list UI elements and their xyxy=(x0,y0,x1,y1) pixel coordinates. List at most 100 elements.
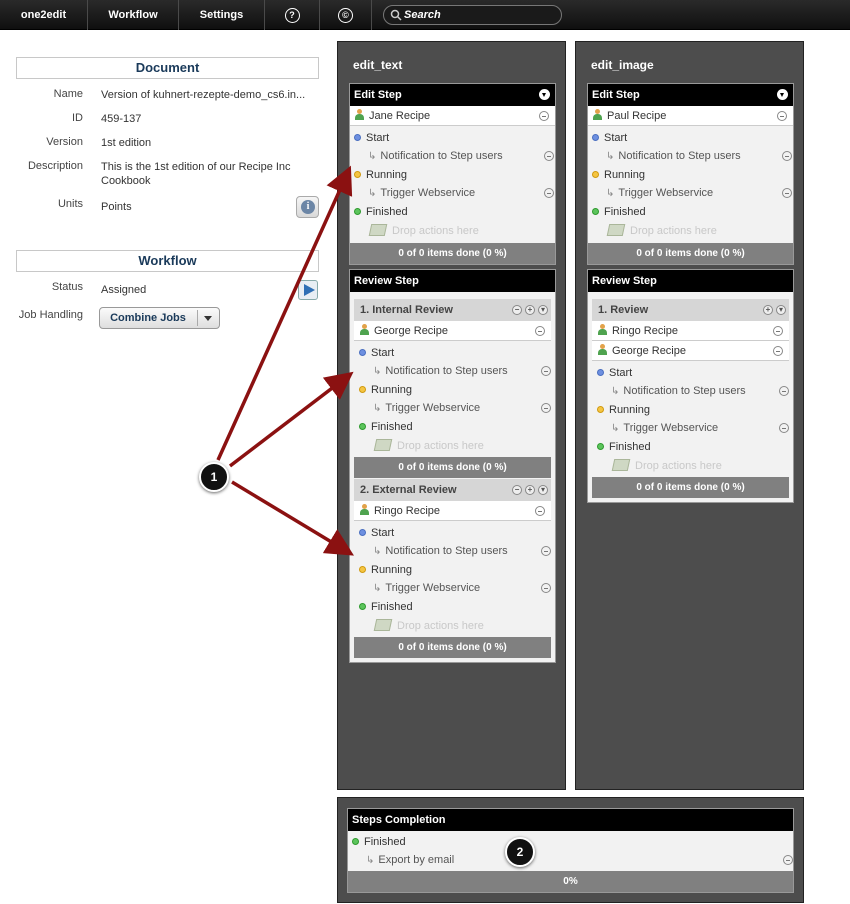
action-webservice: ↳ Trigger Webservice xyxy=(606,184,792,202)
remove-icon[interactable] xyxy=(773,326,783,336)
version-value: 1st edition xyxy=(101,137,152,149)
id-label: ID xyxy=(72,112,83,124)
action-label: Trigger Webservice xyxy=(380,187,476,199)
state-label: Finished xyxy=(371,421,413,433)
action-export: ↳ Export by email xyxy=(366,851,793,869)
sub-arrow-icon: ↳ xyxy=(368,188,377,199)
chevron-down-icon[interactable] xyxy=(539,89,550,100)
user-icon xyxy=(593,109,602,120)
drop-zone[interactable]: Drop actions here xyxy=(373,437,551,455)
drop-zone[interactable]: Drop actions here xyxy=(373,617,551,635)
progress-bar: 0 of 0 items done (0 %) xyxy=(592,477,789,498)
user-icon xyxy=(598,344,607,355)
state-start: Start xyxy=(359,344,551,362)
job-handling-selected: Combine Jobs xyxy=(110,312,186,324)
user-icon xyxy=(360,504,369,515)
select-divider xyxy=(197,310,198,326)
menu-workflow[interactable]: Workflow xyxy=(88,0,179,30)
minus-icon[interactable]: − xyxy=(512,485,522,495)
plus-icon[interactable]: + xyxy=(525,485,535,495)
action-notification: ↳ Notification to Step users xyxy=(373,362,551,380)
start-dot-icon xyxy=(359,529,366,536)
action-label: Notification to Step users xyxy=(618,150,741,162)
action-label: Trigger Webservice xyxy=(385,402,481,414)
action-label: Trigger Webservice xyxy=(623,422,719,434)
arrow-to-internal-review xyxy=(228,371,354,468)
status-label: Status xyxy=(51,281,83,293)
help-button[interactable]: ? xyxy=(265,0,320,30)
plus-icon[interactable]: + xyxy=(763,305,773,315)
state-running: Running xyxy=(597,401,789,419)
name-label: Name xyxy=(53,88,83,100)
minus-icon[interactable]: − xyxy=(512,305,522,315)
start-dot-icon xyxy=(359,349,366,356)
remove-icon[interactable] xyxy=(779,386,789,396)
menu-settings[interactable]: Settings xyxy=(179,0,265,30)
edit-image-title: edit_image xyxy=(591,58,654,72)
finished-dot-icon xyxy=(354,208,361,215)
workflow-section-header: Workflow xyxy=(16,250,319,272)
remove-icon[interactable] xyxy=(779,423,789,433)
state-label: Finished xyxy=(371,601,413,613)
drop-actions-icon xyxy=(368,224,388,236)
search-input[interactable] xyxy=(404,7,554,23)
chevron-down-icon[interactable]: ▾ xyxy=(538,305,548,315)
state-label: Running xyxy=(604,169,645,181)
assigned-user-row: George Recipe xyxy=(354,321,551,341)
job-handling-select[interactable]: Combine Jobs xyxy=(99,307,220,329)
remove-icon[interactable] xyxy=(539,111,549,121)
remove-icon[interactable] xyxy=(541,583,551,593)
plus-icon[interactable]: + xyxy=(525,305,535,315)
user-icon xyxy=(598,324,607,335)
drop-label: Drop actions here xyxy=(392,225,479,237)
chevron-down-icon[interactable]: ▾ xyxy=(776,305,786,315)
user-icon xyxy=(360,324,369,335)
edit-step-title: Edit Step xyxy=(592,89,640,101)
remove-icon[interactable] xyxy=(773,346,783,356)
sub-arrow-icon: ↳ xyxy=(606,151,615,162)
remove-icon[interactable] xyxy=(541,403,551,413)
remove-icon[interactable] xyxy=(783,855,793,865)
arrow-to-external-review xyxy=(231,480,354,556)
units-info-button[interactable]: i xyxy=(296,196,319,218)
action-label: Notification to Step users xyxy=(380,150,503,162)
copyright-button[interactable]: © xyxy=(320,0,372,30)
state-running: Running xyxy=(592,166,791,184)
start-dot-icon xyxy=(592,134,599,141)
chevron-down-icon[interactable]: ▾ xyxy=(538,485,548,495)
version-label: Version xyxy=(46,136,83,148)
drop-zone[interactable]: Drop actions here xyxy=(611,457,789,475)
remove-icon[interactable] xyxy=(541,366,551,376)
assigned-user-row: George Recipe xyxy=(592,341,789,361)
remove-icon[interactable] xyxy=(544,151,554,161)
remove-icon[interactable] xyxy=(777,111,787,121)
start-workflow-button[interactable] xyxy=(298,280,318,300)
user-name: Paul Recipe xyxy=(607,110,667,122)
assigned-user-row: Ringo Recipe xyxy=(592,321,789,341)
state-label: Finished xyxy=(609,441,651,453)
search-box[interactable] xyxy=(383,5,562,25)
edit-image-column: edit_image Edit Step Paul Recipe Start ↳… xyxy=(575,41,804,790)
finished-dot-icon xyxy=(359,423,366,430)
job-handling-label: Job Handling xyxy=(18,309,83,321)
user-name: Jane Recipe xyxy=(369,110,431,122)
action-label: Notification to Step users xyxy=(623,385,746,397)
running-dot-icon xyxy=(359,566,366,573)
action-notification: ↳ Notification to Step users xyxy=(611,382,789,400)
callout-2: 2 xyxy=(505,837,535,867)
action-webservice: ↳ Trigger Webservice xyxy=(373,579,551,597)
drop-zone[interactable]: Drop actions here xyxy=(368,222,553,240)
remove-icon[interactable] xyxy=(541,546,551,556)
edit-step-panel: Edit Step Jane Recipe Start ↳ Notificatio… xyxy=(349,83,556,265)
action-label: Notification to Step users xyxy=(385,365,508,377)
remove-icon[interactable] xyxy=(782,151,792,161)
remove-icon[interactable] xyxy=(535,506,545,516)
remove-icon[interactable] xyxy=(544,188,554,198)
remove-icon[interactable] xyxy=(535,326,545,336)
remove-icon[interactable] xyxy=(782,188,792,198)
menu-app-one2edit[interactable]: one2edit xyxy=(0,0,88,30)
drop-zone[interactable]: Drop actions here xyxy=(606,222,791,240)
status-value: Assigned xyxy=(101,284,147,296)
chevron-down-icon[interactable] xyxy=(777,89,788,100)
review-step-header: Review Step xyxy=(350,270,555,292)
